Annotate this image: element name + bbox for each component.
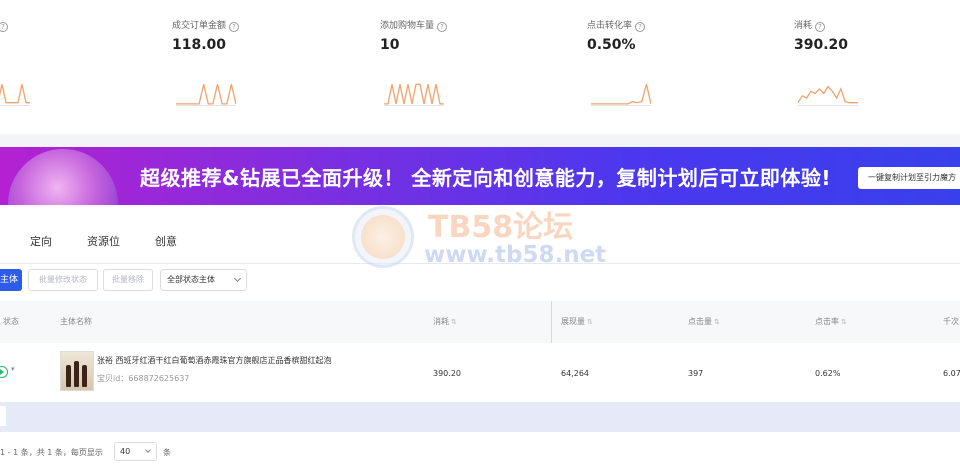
metric-cost: 消耗? 390.20 [794, 0, 960, 134]
toolbar: 主体 批量修改状态 批量移除 全部状态主体 [0, 269, 960, 291]
page-size-select[interactable]: 40 [114, 442, 157, 461]
sparkline-path [591, 84, 651, 105]
product-thumbnail[interactable] [60, 351, 94, 391]
help-icon[interactable]: ? [229, 22, 240, 32]
sparkline [591, 84, 651, 106]
cell-ctr: 0.62% [815, 369, 841, 378]
select-all-checkbox[interactable] [0, 406, 6, 426]
page: 量? 成交订单金额? 118.00 添加购物车量? 10 点击转化率? 0.50… [0, 0, 960, 474]
col-cpm: 千次 [943, 317, 959, 326]
pagination-summary: 1 - 1 条，共 1 条，每页显示 [0, 448, 103, 457]
metric-label: 消耗 [794, 21, 813, 31]
tab-creative[interactable]: 创意 [155, 233, 177, 249]
item-title-link[interactable]: 张裕 西班牙红酒干红白葡萄酒赤霞珠官方旗舰店正品香槟甜红起泡 [97, 355, 332, 366]
table-row: ▾ 张裕 西班牙红酒干红白葡萄酒赤霞珠官方旗舰店正品香槟甜红起泡 宝贝id：66… [0, 345, 960, 397]
table-header: 状态 主体名称 消耗 ⇅ 展现量 ⇅ 点击量 ⇅ 点击率 ⇅ 千次 [0, 301, 960, 343]
metric-order-amount: 成交订单金额? 118.00 [172, 0, 372, 134]
metric-impressions: 量? [0, 0, 186, 134]
metric-value: 390.20 [794, 37, 849, 53]
batch-remove-button[interactable]: 批量移除 [103, 269, 153, 291]
tab-bar: 定向 资源位 创意 [0, 227, 960, 257]
metric-add-to-cart: 添加购物车量? 10 [380, 0, 580, 134]
sparkline [798, 85, 858, 106]
sparkline-path [0, 84, 30, 104]
sparkline [384, 83, 444, 106]
chevron-down-icon[interactable]: ▾ [11, 365, 15, 373]
col-clicks[interactable]: 点击量 ⇅ [688, 316, 720, 327]
select-value: 全部状态主体 [167, 275, 215, 284]
add-subject-button[interactable]: 主体 [0, 269, 22, 291]
chevron-down-icon [233, 274, 242, 283]
chevron-down-icon [145, 447, 151, 453]
cell-impressions: 64,264 [561, 369, 589, 378]
col-impressions[interactable]: 展现量 ⇅ [561, 316, 593, 327]
metric-label: 点击转化率 [587, 21, 633, 31]
col-name: 主体名称 [60, 317, 92, 326]
metric-value: 10 [380, 37, 400, 53]
metric-click-conversion: 点击转化率? 0.50% [587, 0, 787, 134]
cell-cost: 390.20 [433, 369, 461, 378]
metric-label: 成交订单金额 [172, 21, 227, 31]
item-id: 宝贝id：668872625637 [97, 374, 190, 383]
copy-plan-button[interactable]: 一键复制计划至引力魔方 [858, 167, 960, 189]
page-size-unit: 条 [163, 448, 171, 457]
sort-icon[interactable]: ⇅ [841, 318, 847, 326]
col-status: 状态 [3, 317, 19, 326]
help-icon[interactable]: ? [635, 22, 646, 32]
sort-icon[interactable]: ⇅ [714, 318, 720, 326]
summary-row [0, 402, 960, 432]
help-icon[interactable]: ? [815, 22, 826, 32]
cell-cpm: 6.07 [943, 369, 960, 378]
sparkline [176, 84, 236, 106]
metric-value: 118.00 [172, 37, 227, 53]
metrics-panel: 量? 成交订单金额? 118.00 添加购物车量? 10 点击转化率? 0.50… [0, 0, 960, 134]
metric-value: 0.50% [587, 37, 636, 53]
cell-clicks: 397 [688, 369, 704, 378]
col-cost[interactable]: 消耗 ⇅ [433, 316, 457, 327]
content-card: 定向 资源位 创意 主体 批量修改状态 批量移除 全部状态主体 状态 主体名称 … [0, 205, 960, 474]
batch-status-button[interactable]: 批量修改状态 [28, 269, 98, 291]
sparkline [0, 84, 30, 106]
play-status-icon[interactable] [0, 366, 8, 378]
sort-icon[interactable]: ⇅ [587, 318, 593, 326]
pagination: 1 - 1 条，共 1 条，每页显示 40 条 [0, 441, 960, 463]
help-icon[interactable]: ? [437, 22, 448, 32]
help-icon[interactable]: ? [0, 22, 9, 32]
banner-headline: 超级推荐&钻展已全面升级！ 全新定向和创意能力，复制计划后可立即体验! [140, 166, 832, 190]
sparkline-path [798, 85, 858, 104]
sort-icon[interactable]: ⇅ [451, 318, 457, 326]
page-size-value: 40 [120, 447, 131, 456]
status-filter-select[interactable]: 全部状态主体 [160, 269, 247, 291]
tab-placement[interactable]: 资源位 [87, 233, 120, 249]
sparkline-path [176, 84, 236, 105]
promo-banner[interactable]: 超级推荐&钻展已全面升级！ 全新定向和创意能力，复制计划后可立即体验! [0, 147, 960, 205]
metric-label: 添加购物车量 [380, 21, 435, 31]
tab-divider [0, 263, 960, 264]
col-ctr[interactable]: 点击率 ⇅ [815, 316, 847, 327]
sparkline-path [384, 83, 444, 105]
column-divider [551, 301, 552, 343]
tab-targeting[interactable]: 定向 [30, 233, 52, 249]
banner-orb-graphic [8, 149, 118, 205]
